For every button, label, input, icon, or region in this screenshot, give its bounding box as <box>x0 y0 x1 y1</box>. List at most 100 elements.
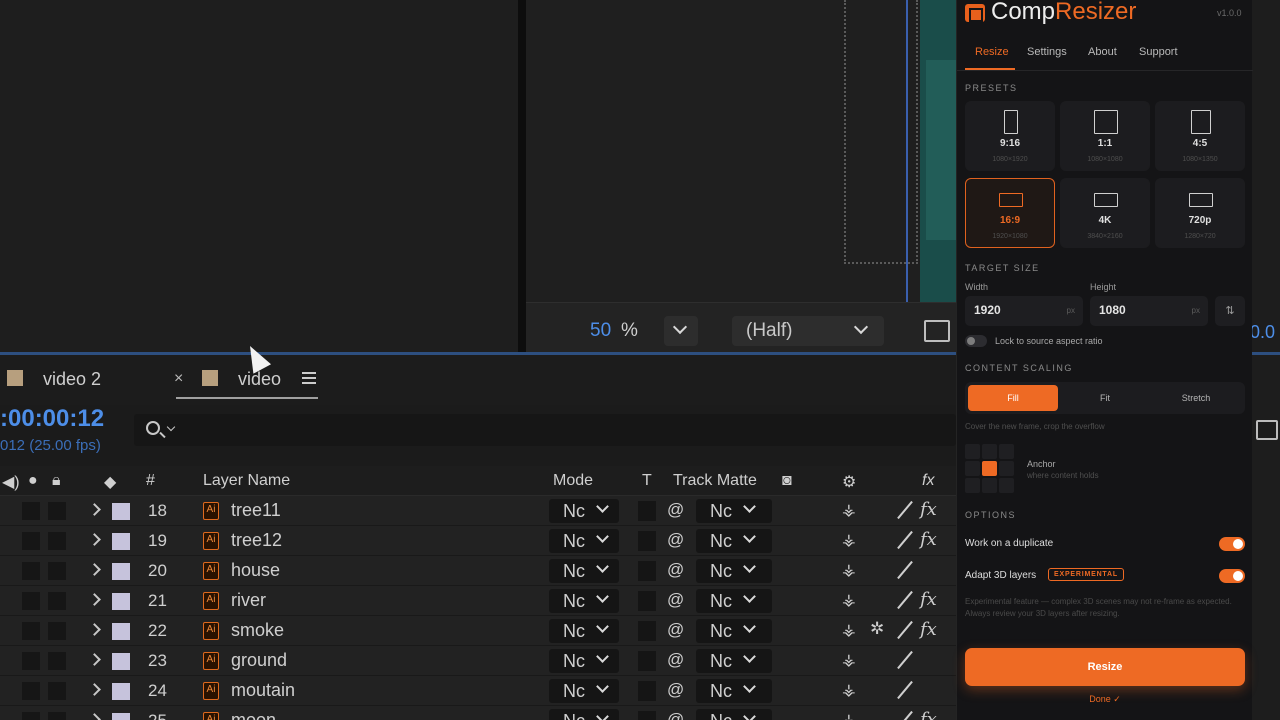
quality-switch-icon[interactable] <box>896 679 914 701</box>
matte-link-icon[interactable]: @ <box>667 620 684 640</box>
matte-link-icon[interactable]: @ <box>667 650 684 670</box>
matte-link-icon[interactable]: @ <box>667 710 684 720</box>
preserve-transparency-switch[interactable] <box>638 621 656 641</box>
video-switch[interactable] <box>22 502 40 520</box>
anchor-cell[interactable] <box>982 444 997 459</box>
preset-16-9[interactable]: 16:9 1920×1080 <box>965 178 1055 248</box>
layer-name[interactable]: river <box>231 590 266 611</box>
mode-dropdown[interactable]: Nc <box>549 559 619 583</box>
height-field[interactable]: 1080 px <box>1090 296 1208 326</box>
matte-link-icon[interactable]: @ <box>667 500 684 520</box>
expand-twirl-icon[interactable] <box>88 653 101 666</box>
mode-dropdown[interactable]: Nc <box>549 619 619 643</box>
width-field[interactable]: 1920 px <box>965 296 1083 326</box>
label-color-swatch[interactable] <box>112 533 130 550</box>
tab-support[interactable]: Support <box>1139 46 1178 58</box>
preserve-transparency-switch[interactable] <box>638 651 656 671</box>
expand-twirl-icon[interactable] <box>88 503 101 516</box>
swap-dimensions-button[interactable]: ⇅ <box>1215 296 1245 326</box>
preset-4-5[interactable]: 4:5 1080×1350 <box>1155 101 1245 171</box>
shy-switch-icon[interactable]: ⚶ <box>842 620 856 640</box>
anchor-cell[interactable] <box>965 444 980 459</box>
anchor-grid[interactable] <box>965 444 1017 496</box>
effects-switch-icon[interactable]: fx <box>920 589 937 610</box>
track-matte-dropdown[interactable]: Nc <box>696 589 772 613</box>
mode-dropdown[interactable]: Nc <box>549 589 619 613</box>
anchor-cell[interactable] <box>965 478 980 493</box>
preset-4k[interactable]: 4K 3840×2160 <box>1060 178 1150 248</box>
shy-switch-icon[interactable]: ⚶ <box>842 710 856 720</box>
track-matte-dropdown[interactable]: Nc <box>696 679 772 703</box>
video-visibility-icon[interactable]: ● <box>28 472 38 490</box>
lock-switch[interactable] <box>48 652 66 670</box>
expand-twirl-icon[interactable] <box>88 593 101 606</box>
layer-row[interactable]: 18 Ai tree11 Nc @ Nc ⚶ fx <box>0 496 956 526</box>
zoom-value[interactable]: 50 <box>590 320 611 342</box>
video-switch[interactable] <box>22 562 40 580</box>
preserve-transparency-switch[interactable] <box>638 531 656 551</box>
track-matte-dropdown[interactable]: Nc <box>696 499 772 523</box>
preserve-transparency-switch[interactable] <box>638 591 656 611</box>
layer-row[interactable]: 20 Ai house Nc @ Nc ⚶ <box>0 556 956 586</box>
effects-switch-icon[interactable]: fx <box>920 499 937 520</box>
scaling-fit-button[interactable]: Fit <box>1060 385 1150 411</box>
expand-twirl-icon[interactable] <box>88 533 101 546</box>
layer-name[interactable]: house <box>231 560 280 581</box>
expand-twirl-icon[interactable] <box>88 563 101 576</box>
layer-name[interactable]: moon <box>231 710 276 720</box>
layer-name[interactable]: tree12 <box>231 530 282 551</box>
track-matte-dropdown[interactable]: Nc <box>696 709 772 720</box>
lock-switch[interactable] <box>48 502 66 520</box>
lock-switch[interactable] <box>48 562 66 580</box>
track-matte-dropdown[interactable]: Nc <box>696 559 772 583</box>
layer-row[interactable]: 19 Ai tree12 Nc @ Nc ⚶ fx <box>0 526 956 556</box>
layer-name[interactable]: smoke <box>231 620 284 641</box>
label-color-swatch[interactable] <box>112 713 130 720</box>
preserve-transparency-switch[interactable] <box>638 681 656 701</box>
current-time-display[interactable]: :00:00:12 <box>0 405 104 433</box>
label-color-swatch[interactable] <box>112 503 130 520</box>
label-color-swatch[interactable] <box>112 563 130 580</box>
resolution-dropdown[interactable]: (Half) <box>732 316 884 346</box>
col-track-matte[interactable]: Track Matte <box>673 472 757 490</box>
effects-switch-icon[interactable]: fx <box>920 529 937 550</box>
anchor-cell[interactable] <box>999 478 1014 493</box>
quality-switch-icon[interactable] <box>896 619 914 641</box>
collapse-switch-icon[interactable]: ✲ <box>870 619 884 639</box>
effects-switch-icon[interactable]: fx <box>920 619 937 640</box>
preset-720p[interactable]: 720p 1280×720 <box>1155 178 1245 248</box>
layer-row[interactable]: 25 Ai moon Nc @ Nc ⚶ fx <box>0 706 956 720</box>
quality-switch-icon[interactable] <box>896 649 914 671</box>
effects-switch-icon[interactable]: fx <box>920 709 937 720</box>
expand-twirl-icon[interactable] <box>88 713 101 720</box>
preserve-transparency-switch[interactable] <box>638 711 656 720</box>
label-color-swatch[interactable] <box>112 653 130 670</box>
matte-link-icon[interactable]: @ <box>667 560 684 580</box>
region-of-interest-icon[interactable] <box>924 320 950 342</box>
shy-switch-icon[interactable]: ⚶ <box>842 530 856 550</box>
video-switch[interactable] <box>22 592 40 610</box>
label-color-swatch[interactable] <box>112 593 130 610</box>
track-matte-dropdown[interactable]: Nc <box>696 529 772 553</box>
duplicate-toggle[interactable] <box>1219 537 1245 551</box>
anchor-cell[interactable] <box>999 461 1014 476</box>
mode-dropdown[interactable]: Nc <box>549 529 619 553</box>
panel-splitter[interactable] <box>518 0 526 352</box>
anchor-cell[interactable] <box>982 478 997 493</box>
scaling-fill-button[interactable]: Fill <box>968 385 1058 411</box>
3d-layers-toggle[interactable] <box>1219 569 1245 583</box>
mode-dropdown[interactable]: Nc <box>549 499 619 523</box>
zoom-dropdown[interactable] <box>664 316 698 346</box>
matte-link-icon[interactable]: @ <box>667 680 684 700</box>
preserve-transparency-switch[interactable] <box>638 501 656 521</box>
preset-1-1[interactable]: 1:1 1080×1080 <box>1060 101 1150 171</box>
video-switch[interactable] <box>22 622 40 640</box>
layer-name[interactable]: ground <box>231 650 287 671</box>
layer-name[interactable]: tree11 <box>231 500 281 521</box>
label-color-swatch[interactable] <box>112 623 130 640</box>
lock-switch[interactable] <box>48 622 66 640</box>
quality-switch-icon[interactable] <box>896 709 914 720</box>
mode-dropdown[interactable]: Nc <box>549 679 619 703</box>
lock-switch[interactable] <box>48 532 66 550</box>
shy-switch-icon[interactable]: ⚶ <box>842 650 856 670</box>
